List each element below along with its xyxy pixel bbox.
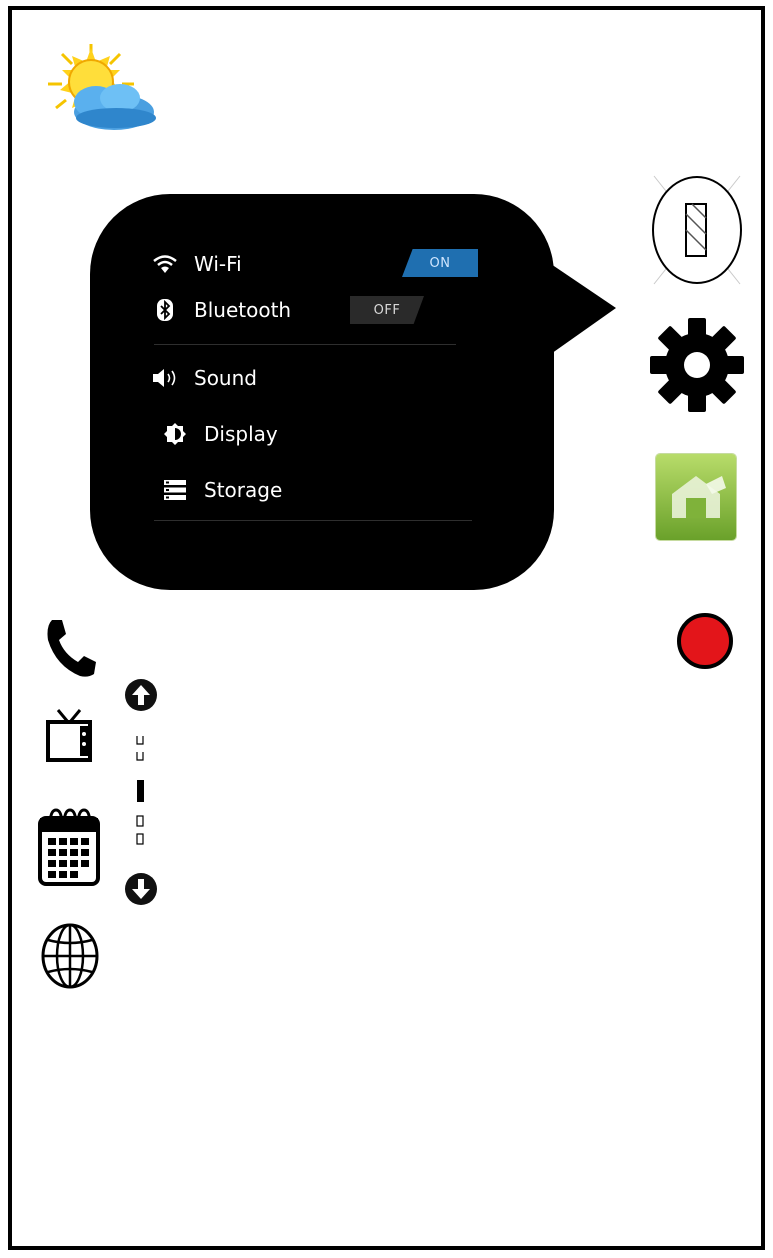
record-icon[interactable] [676,612,734,670]
quick-settings-menu: Wi-Fi ON Bluetooth OFF Sound Display Sto… [150,240,480,530]
sound-label: Sound [194,366,257,390]
wifi-row[interactable]: Wi-Fi [150,246,242,282]
display-label: Display [204,422,278,446]
bluetooth-toggle[interactable]: OFF [350,296,424,324]
wifi-toggle[interactable]: ON [402,249,478,277]
calendar-icon[interactable] [36,806,102,888]
storage-icon [160,478,190,502]
sun-cloud-icon[interactable] [36,40,160,136]
speaker-icon [150,366,180,390]
scroll-track[interactable] [130,726,150,856]
bluetooth-row[interactable]: Bluetooth [150,292,291,328]
bluetooth-label: Bluetooth [194,298,292,322]
wifi-label: Wi-Fi [194,252,242,276]
flashlight-icon[interactable] [650,172,744,288]
arrow-down-icon[interactable] [124,872,158,906]
bubble-pointer [548,262,616,356]
display-row[interactable]: Display [160,416,278,452]
wifi-toggle-state: ON [429,255,451,271]
bluetooth-toggle-state: OFF [373,302,401,318]
sound-row[interactable]: Sound [150,360,257,396]
storage-label: Storage [204,478,283,502]
phone-icon[interactable] [42,616,98,680]
gear-icon[interactable] [648,316,746,414]
bluetooth-icon [150,298,180,322]
brightness-icon [160,422,190,446]
divider [154,344,456,345]
storage-row[interactable]: Storage [160,472,282,508]
android-app-icon[interactable] [656,454,736,540]
divider [154,520,472,521]
globe-icon[interactable] [40,922,100,990]
tv-icon[interactable] [44,708,96,764]
wifi-icon [150,252,180,276]
arrow-up-icon[interactable] [124,678,158,712]
